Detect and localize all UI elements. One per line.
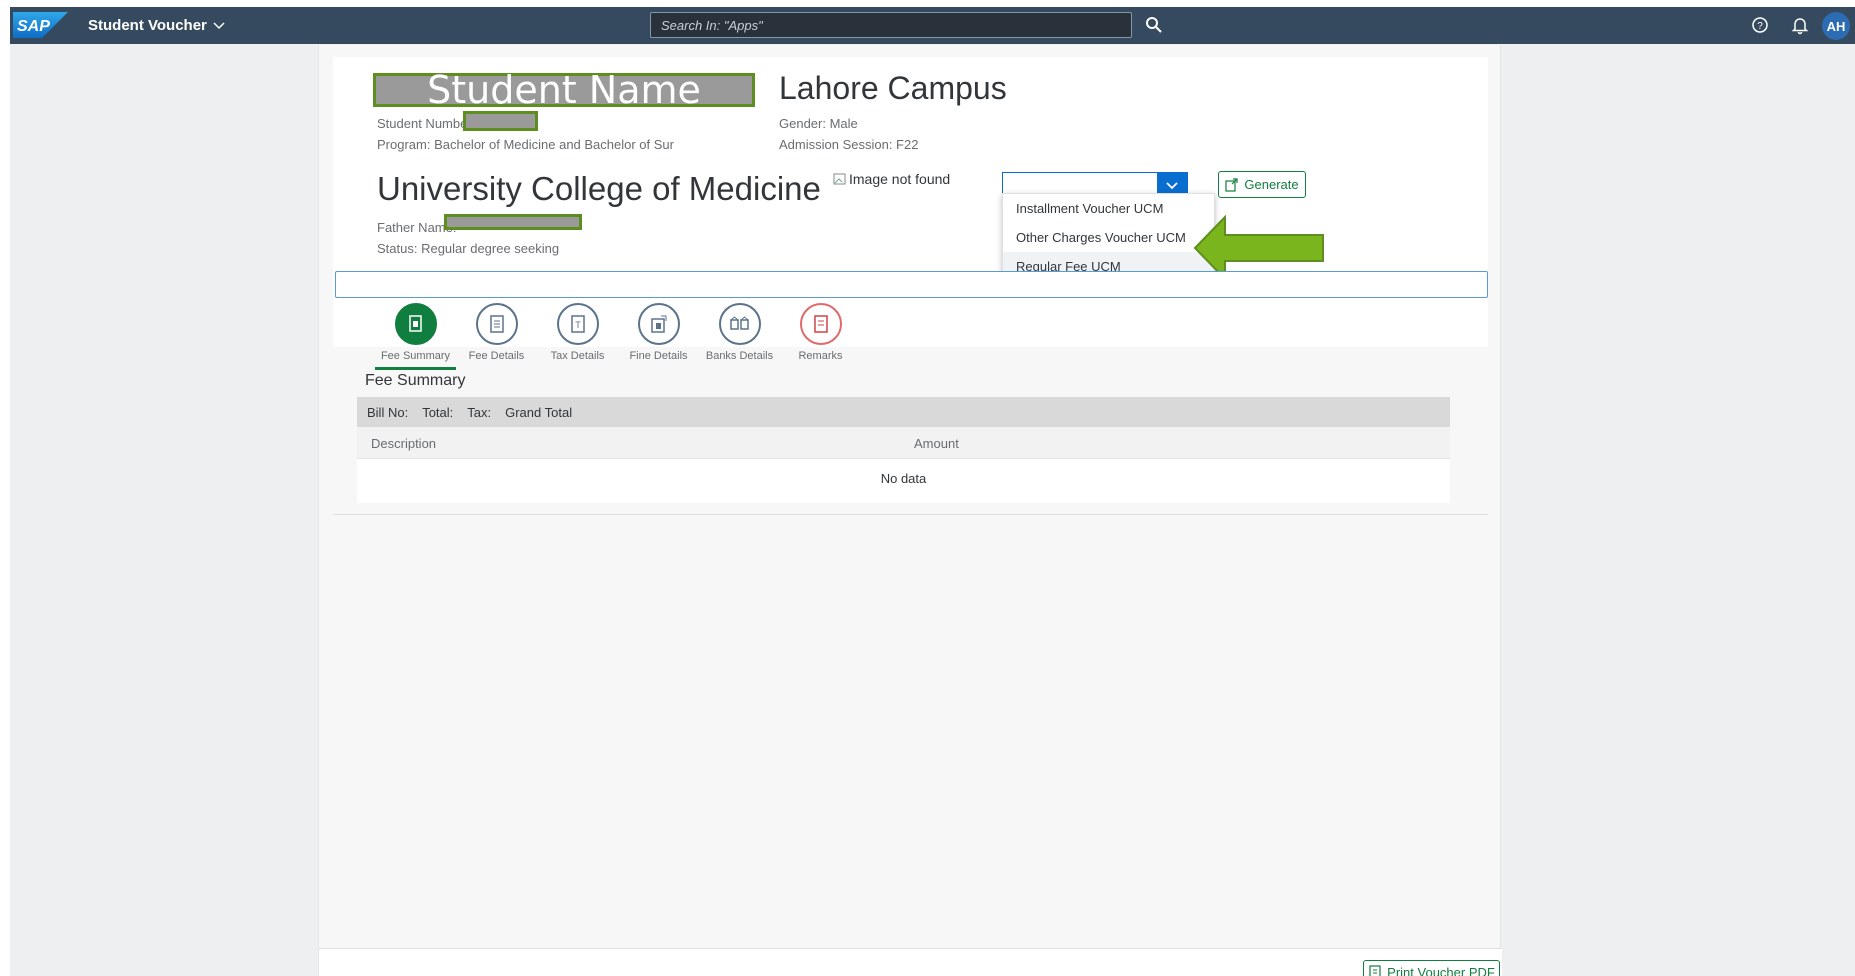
dropdown-item-installment[interactable]: Installment Voucher UCM bbox=[1003, 194, 1214, 223]
tab-label: Fee Summary bbox=[380, 350, 451, 362]
print-voucher-pdf-button[interactable]: Print Voucher PDF bbox=[1363, 960, 1500, 976]
student-number-label: Student Number: bbox=[377, 116, 476, 131]
tab-fee-details[interactable]: Fee Details bbox=[456, 303, 537, 363]
remarks-icon bbox=[799, 303, 842, 345]
tab-remarks[interactable]: Remarks bbox=[780, 303, 861, 363]
svg-text:T: T bbox=[575, 320, 581, 330]
tab-label: Fine Details bbox=[629, 350, 688, 362]
tab-banks-details[interactable]: Banks Details bbox=[699, 303, 780, 363]
fee-summary-icon bbox=[394, 303, 437, 345]
shell-bar: SAP Student Voucher Search In: "Apps" ? … bbox=[10, 7, 1855, 44]
footer-toolbar bbox=[319, 948, 1502, 976]
generate-button[interactable]: Generate bbox=[1218, 171, 1306, 198]
tab-label: Tax Details bbox=[550, 350, 605, 362]
student-number-redaction bbox=[463, 111, 538, 131]
fine-details-icon bbox=[637, 303, 680, 345]
status-text: Status: Regular degree seeking bbox=[377, 241, 560, 256]
fee-details-icon bbox=[475, 303, 518, 345]
app-title-menu[interactable]: Student Voucher bbox=[88, 17, 225, 34]
bill-no-label: Bill No: bbox=[367, 404, 409, 420]
tax-label: Tax: bbox=[467, 404, 492, 420]
bell-icon[interactable] bbox=[1790, 15, 1810, 35]
sap-logo[interactable]: SAP bbox=[13, 12, 68, 38]
tab-label: Fee Details bbox=[468, 350, 525, 362]
banks-details-icon bbox=[718, 303, 761, 345]
chevron-down-icon bbox=[1166, 181, 1178, 189]
column-header-description: Description bbox=[371, 436, 437, 451]
tab-fine-details[interactable]: Fine Details bbox=[618, 303, 699, 363]
tab-fee-summary[interactable]: Fee Summary bbox=[375, 303, 456, 370]
column-header-amount: Amount bbox=[914, 436, 959, 451]
program-text: Program: Bachelor of Medicine and Bachel… bbox=[377, 137, 674, 152]
fee-table-empty: No data bbox=[357, 459, 1450, 503]
voucher-type-dropdown: Installment Voucher UCM Other Charges Vo… bbox=[1002, 193, 1215, 283]
tab-tax-details[interactable]: T Tax Details bbox=[537, 303, 618, 363]
object-header: Student Name Lahore Campus Student Numbe… bbox=[333, 57, 1488, 370]
grand-total-label: Grand Total bbox=[505, 404, 573, 420]
app-title: Student Voucher bbox=[88, 17, 207, 34]
generate-icon bbox=[1225, 177, 1238, 192]
message-strip bbox=[335, 271, 1488, 298]
student-name: Student Name bbox=[373, 71, 755, 109]
page-content: Student Name Lahore Campus Student Numbe… bbox=[318, 45, 1502, 976]
fee-summary-toolbar: Bill No: Total: Tax: Grand Total bbox=[357, 397, 1450, 427]
svg-text:?: ? bbox=[1757, 21, 1763, 32]
search-input[interactable]: Search In: "Apps" bbox=[650, 12, 1132, 38]
print-button-label: Print Voucher PDF bbox=[1387, 964, 1495, 976]
student-photo: Image not found bbox=[833, 171, 950, 187]
campus-title: Lahore Campus bbox=[779, 70, 1007, 106]
father-name-redaction bbox=[444, 214, 582, 230]
dropdown-item-other-charges[interactable]: Other Charges Voucher UCM bbox=[1003, 223, 1214, 252]
admission-session-text: Admission Session: F22 bbox=[779, 137, 919, 152]
broken-image-icon bbox=[833, 173, 846, 185]
total-label: Total: bbox=[422, 404, 454, 420]
icon-tab-bar: Fee Summary Fee Details T Tax Details Fi… bbox=[375, 303, 861, 370]
search-icon[interactable] bbox=[1143, 14, 1165, 36]
tab-label: Remarks bbox=[798, 350, 843, 362]
chevron-down-icon bbox=[213, 21, 225, 29]
generate-button-label: Generate bbox=[1244, 177, 1299, 192]
sap-logo-text: SAP bbox=[17, 18, 50, 35]
fee-summary-title: Fee Summary bbox=[365, 372, 466, 389]
fee-table-header: Description Amount bbox=[357, 427, 1450, 459]
college-title: University College of Medicine bbox=[377, 170, 821, 207]
pdf-icon bbox=[1369, 965, 1381, 976]
tab-label: Banks Details bbox=[705, 350, 774, 362]
help-icon[interactable]: ? bbox=[1750, 15, 1770, 35]
tax-details-icon: T bbox=[556, 303, 599, 345]
avatar[interactable]: AH bbox=[1822, 12, 1850, 40]
image-alt-text: Image not found bbox=[849, 171, 951, 187]
gender-text: Gender: Male bbox=[779, 116, 858, 131]
app-canvas: SAP Student Voucher Search In: "Apps" ? … bbox=[10, 7, 1855, 976]
screen: SAP Student Voucher Search In: "Apps" ? … bbox=[10, 7, 1855, 976]
section-divider bbox=[333, 514, 1488, 515]
